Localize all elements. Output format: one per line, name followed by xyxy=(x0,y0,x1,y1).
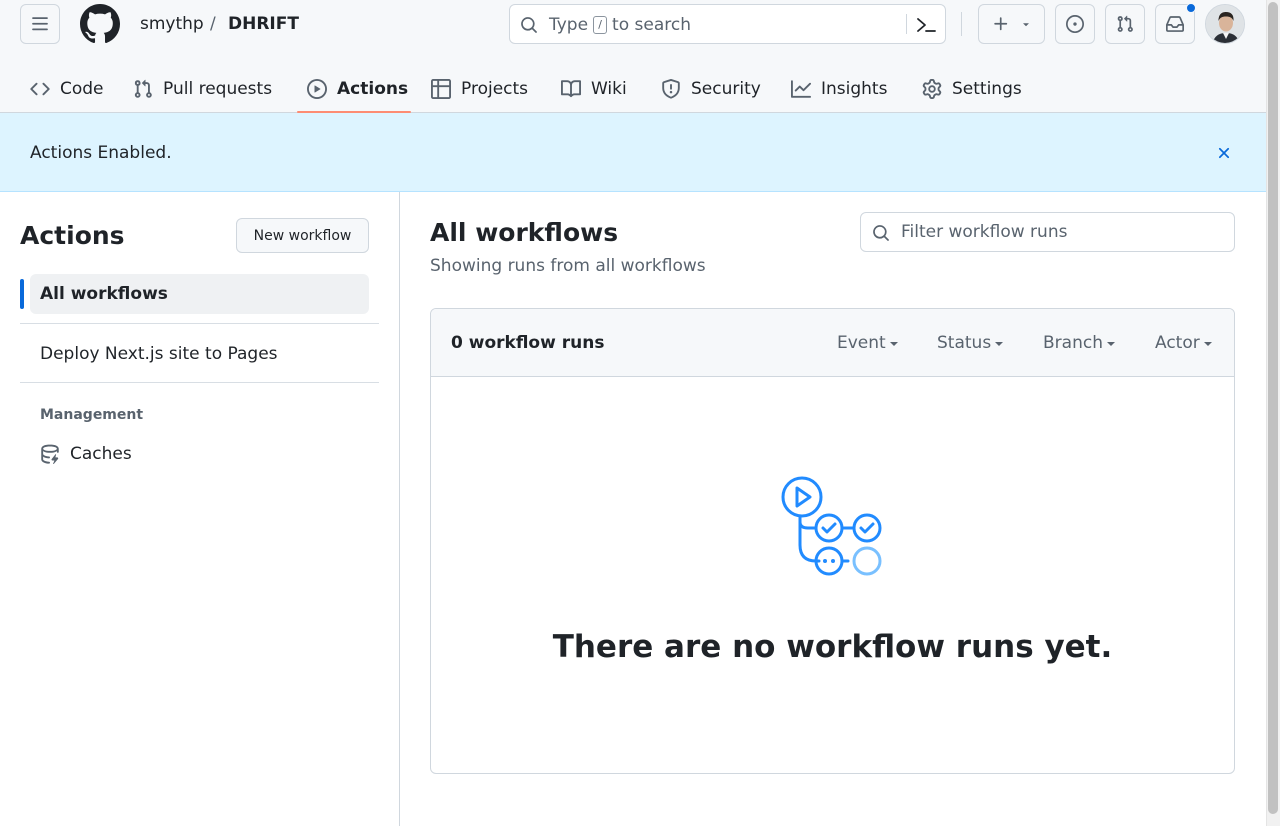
user-avatar-icon xyxy=(1206,5,1244,43)
breadcrumb-owner[interactable]: smythp xyxy=(140,13,204,35)
inbox-icon xyxy=(1166,16,1184,32)
workflow-runs-box: 0 workflow runs Event Status Branch Acto… xyxy=(430,308,1235,774)
event-filter-label: Event xyxy=(837,333,886,353)
book-icon xyxy=(561,79,581,97)
menu-button[interactable] xyxy=(20,4,60,44)
tab-pull-requests[interactable]: Pull requests xyxy=(133,64,272,113)
new-workflow-button[interactable]: New workflow xyxy=(236,218,369,253)
sidebar-title: Actions xyxy=(20,221,125,250)
hamburger-icon xyxy=(32,17,48,31)
sidebar-item-all-workflows-label[interactable]: All workflows xyxy=(40,283,168,305)
search-icon xyxy=(521,17,537,33)
sidebar-item-deploy-nextjs[interactable]: Deploy Next.js site to Pages xyxy=(40,343,278,365)
filter-workflow-runs-input[interactable]: Filter workflow runs xyxy=(860,212,1235,252)
pull-requests-button[interactable] xyxy=(1105,4,1145,44)
search-placeholder-before: Type xyxy=(549,15,589,35)
actor-filter-label: Actor xyxy=(1155,333,1200,353)
tab-code[interactable]: Code xyxy=(30,64,104,113)
tab-projects-label: Projects xyxy=(461,78,529,99)
workflow-runs-header: 0 workflow runs Event Status Branch Acto… xyxy=(431,309,1234,377)
caret-down-icon xyxy=(1203,342,1212,346)
branch-filter-dropdown[interactable]: Branch xyxy=(1043,332,1115,354)
issues-button[interactable] xyxy=(1055,4,1095,44)
code-icon xyxy=(30,82,50,95)
workflow-graph-icon xyxy=(781,476,882,576)
global-search-input[interactable]: Type / to search xyxy=(509,4,946,44)
actor-filter-dropdown[interactable]: Actor xyxy=(1155,332,1212,354)
tab-actions-label: Actions xyxy=(337,78,409,99)
tab-code-label: Code xyxy=(60,78,104,99)
plus-icon xyxy=(993,17,1007,31)
search-icon xyxy=(873,225,889,241)
sidebar-divider-2 xyxy=(20,382,379,383)
issue-opened-icon xyxy=(1066,15,1084,33)
shield-icon xyxy=(662,78,680,99)
event-filter-dropdown[interactable]: Event xyxy=(837,332,898,354)
command-palette-icon[interactable] xyxy=(915,16,937,34)
avatar[interactable] xyxy=(1205,4,1245,44)
flash-banner: Actions Enabled. xyxy=(0,113,1266,192)
breadcrumb-repo[interactable]: DHRIFT xyxy=(228,13,299,35)
tab-actions[interactable]: Actions xyxy=(307,64,408,113)
branch-filter-label: Branch xyxy=(1043,333,1103,353)
search-divider xyxy=(906,14,907,34)
sidebar-divider xyxy=(399,192,400,826)
play-icon xyxy=(307,78,327,99)
search-placeholder-after: to search xyxy=(612,15,691,35)
sidebar-divider-1 xyxy=(20,323,379,324)
notification-indicator xyxy=(1186,3,1196,13)
filter-placeholder: Filter workflow runs xyxy=(901,222,1068,242)
cache-icon xyxy=(41,444,59,464)
tab-wiki[interactable]: Wiki xyxy=(561,64,627,113)
sidebar-active-indicator xyxy=(20,279,24,309)
caret-down-icon xyxy=(889,342,898,346)
tab-settings-label: Settings xyxy=(952,78,1022,99)
empty-state-message: There are no workflow runs yet. xyxy=(552,629,1113,665)
slash-key-hint: / xyxy=(593,16,608,34)
tab-wiki-label: Wiki xyxy=(591,78,627,99)
header-divider xyxy=(961,12,962,36)
flash-message: Actions Enabled. xyxy=(30,143,172,163)
graph-icon xyxy=(791,79,811,98)
tab-settings[interactable]: Settings xyxy=(922,64,1022,113)
breadcrumb-separator: / xyxy=(210,14,216,34)
create-new-button[interactable] xyxy=(978,4,1045,44)
tab-pull-requests-label: Pull requests xyxy=(163,78,273,99)
status-filter-label: Status xyxy=(937,333,992,353)
sidebar-item-caches[interactable]: Caches xyxy=(70,443,132,465)
triangle-down-icon xyxy=(1022,23,1029,27)
repo-tabs: Code Pull requests Actions Projects Wiki… xyxy=(0,64,1266,113)
tab-insights[interactable]: Insights xyxy=(791,64,887,113)
github-logo-icon[interactable] xyxy=(80,4,120,44)
tab-security[interactable]: Security xyxy=(661,64,761,113)
page-subtitle: Showing runs from all workflows xyxy=(430,256,706,276)
tab-projects[interactable]: Projects xyxy=(431,64,528,113)
table-icon xyxy=(431,78,451,99)
run-count: 0 workflow runs xyxy=(451,333,605,353)
gear-icon xyxy=(922,78,942,99)
page-title: All workflows xyxy=(430,218,619,247)
tab-insights-label: Insights xyxy=(821,78,888,99)
status-filter-dropdown[interactable]: Status xyxy=(937,332,1004,354)
caret-down-icon xyxy=(995,342,1004,346)
tab-security-label: Security xyxy=(691,78,761,99)
close-icon[interactable] xyxy=(1215,144,1233,162)
caret-down-icon xyxy=(1106,342,1115,346)
search-placeholder: Type / to search xyxy=(549,14,691,36)
git-pull-request-icon xyxy=(134,79,152,98)
management-heading: Management xyxy=(40,407,144,423)
git-pull-request-icon xyxy=(1117,15,1133,32)
page-scrollbar-thumb[interactable] xyxy=(1268,2,1278,814)
